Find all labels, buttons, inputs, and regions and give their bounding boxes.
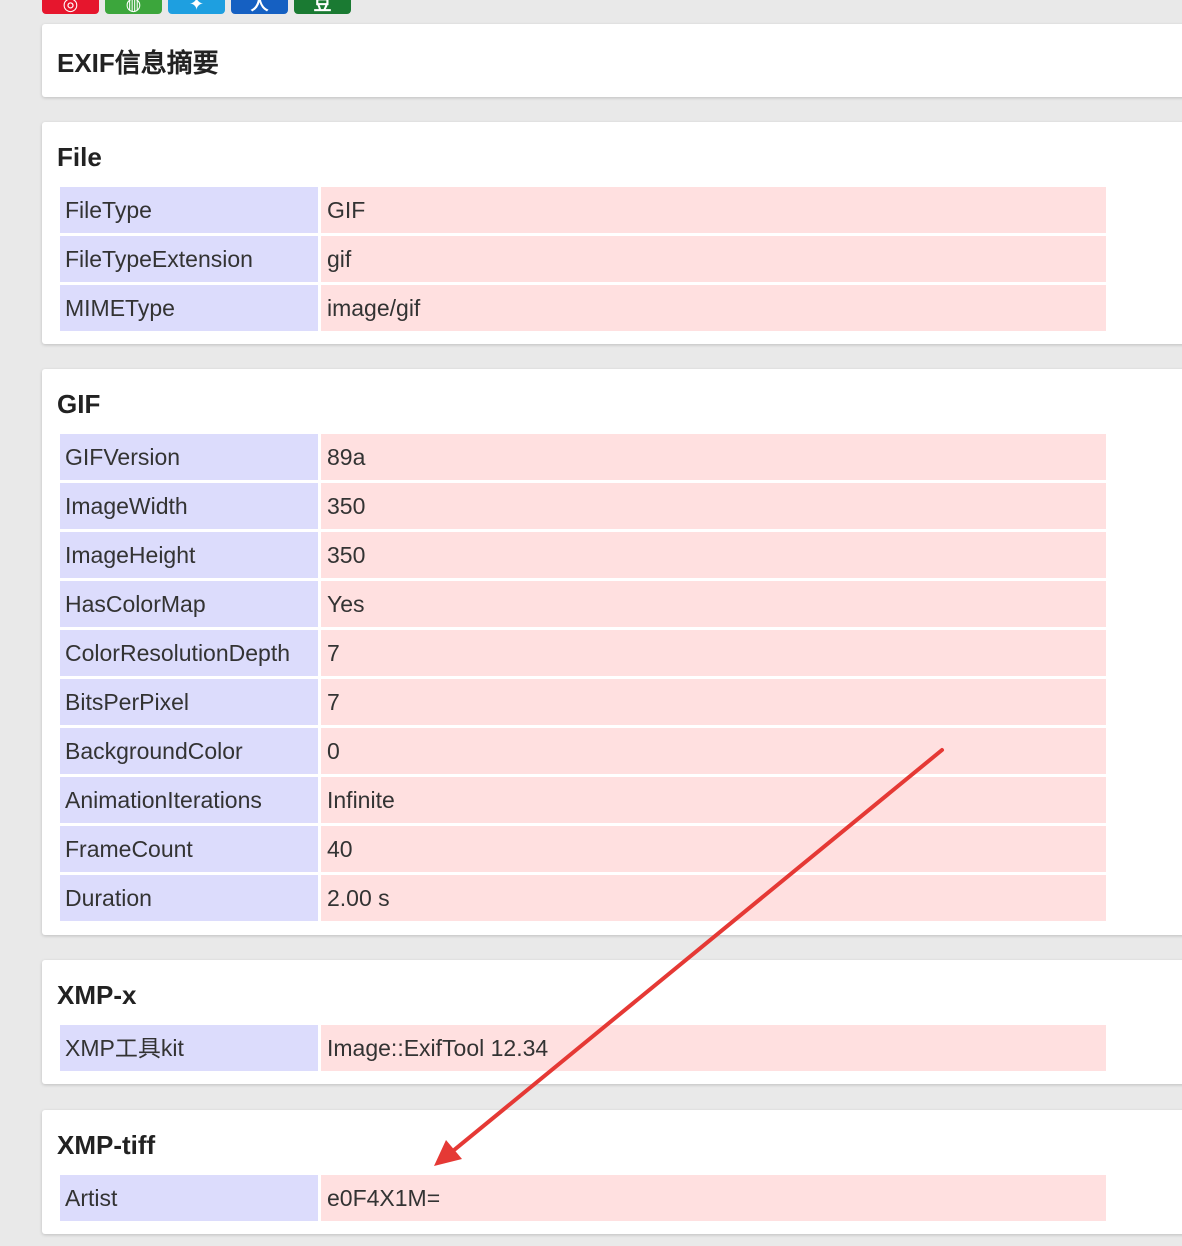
table-row: FileType GIF bbox=[60, 187, 1106, 233]
table-row: FrameCount 40 bbox=[60, 826, 1106, 872]
section-file: File FileType GIF FileTypeExtension gif MI… bbox=[42, 122, 1182, 344]
metadata-table: FileType GIF FileTypeExtension gif MIMETyp… bbox=[60, 187, 1106, 334]
row-value: 7 bbox=[321, 630, 1106, 676]
row-value: Yes bbox=[321, 581, 1106, 627]
table-row: FileTypeExtension gif bbox=[60, 236, 1106, 282]
table-row: Artist e0F4X1M= bbox=[60, 1175, 1106, 1221]
table-row: HasColorMap Yes bbox=[60, 581, 1106, 627]
row-key: GIFVersion bbox=[60, 434, 318, 480]
table-row: ImageWidth 350 bbox=[60, 483, 1106, 529]
table-row: Duration 2.00 s bbox=[60, 875, 1106, 921]
row-key: BackgroundColor bbox=[60, 728, 318, 774]
douban-share-icon[interactable]: 豆 bbox=[294, 0, 351, 14]
renren-share-icon[interactable]: 人 bbox=[231, 0, 288, 14]
row-value: Image::ExifTool 12.34 bbox=[321, 1025, 1106, 1071]
row-value: 2.00 s bbox=[321, 875, 1106, 921]
row-value: 7 bbox=[321, 679, 1106, 725]
weibo-share-icon[interactable]: ◎ bbox=[42, 0, 99, 14]
row-key: XMP工具kit bbox=[60, 1025, 318, 1071]
section-title: XMP-x bbox=[57, 980, 137, 1010]
section-xmp-tiff: XMP-tiff Artist e0F4X1M= bbox=[42, 1110, 1182, 1234]
table-row: AnimationIterations Infinite bbox=[60, 777, 1106, 823]
table-row: BitsPerPixel 7 bbox=[60, 679, 1106, 725]
qzone-share-icon[interactable]: ✦ bbox=[168, 0, 225, 14]
row-key: AnimationIterations bbox=[60, 777, 318, 823]
row-value: 89a bbox=[321, 434, 1106, 480]
metadata-table: XMP工具kit Image::ExifTool 12.34 bbox=[60, 1025, 1106, 1074]
wechat-share-icon[interactable]: ◍ bbox=[105, 0, 162, 14]
table-row: BackgroundColor 0 bbox=[60, 728, 1106, 774]
row-key: FileTypeExtension bbox=[60, 236, 318, 282]
row-key: BitsPerPixel bbox=[60, 679, 318, 725]
section-title: XMP-tiff bbox=[57, 1130, 156, 1160]
share-toolbar: ◎ ◍ ✦ 人 豆 bbox=[42, 0, 351, 14]
section-title: File bbox=[57, 142, 102, 172]
row-key: FileType bbox=[60, 187, 318, 233]
summary-card: EXIF信息摘要 bbox=[42, 24, 1182, 97]
row-key: MIMEType bbox=[60, 285, 318, 331]
row-value: 350 bbox=[321, 483, 1106, 529]
row-key: Artist bbox=[60, 1175, 318, 1221]
row-value: 350 bbox=[321, 532, 1106, 578]
row-key: ColorResolutionDepth bbox=[60, 630, 318, 676]
row-value: Infinite bbox=[321, 777, 1106, 823]
row-key: FrameCount bbox=[60, 826, 318, 872]
metadata-table: GIFVersion 89a ImageWidth 350 ImageHeight 3… bbox=[60, 434, 1106, 924]
table-row: ImageHeight 350 bbox=[60, 532, 1106, 578]
row-value: GIF bbox=[321, 187, 1106, 233]
row-key: ImageHeight bbox=[60, 532, 318, 578]
row-key: HasColorMap bbox=[60, 581, 318, 627]
table-row: XMP工具kit Image::ExifTool 12.34 bbox=[60, 1025, 1106, 1071]
section-title: GIF bbox=[57, 389, 101, 419]
row-value: 40 bbox=[321, 826, 1106, 872]
row-key: ImageWidth bbox=[60, 483, 318, 529]
table-row: GIFVersion 89a bbox=[60, 434, 1106, 480]
row-value: e0F4X1M= bbox=[321, 1175, 1106, 1221]
row-value: 0 bbox=[321, 728, 1106, 774]
row-value: gif bbox=[321, 236, 1106, 282]
section-gif: GIF GIFVersion 89a ImageWidth 350 ImageHei… bbox=[42, 369, 1182, 935]
table-row: ColorResolutionDepth 7 bbox=[60, 630, 1106, 676]
table-row: MIMEType image/gif bbox=[60, 285, 1106, 331]
row-value: image/gif bbox=[321, 285, 1106, 331]
section-xmp-x: XMP-x XMP工具kit Image::ExifTool 12.34 bbox=[42, 960, 1182, 1084]
summary-title: EXIF信息摘要 bbox=[57, 48, 219, 78]
row-key: Duration bbox=[60, 875, 318, 921]
metadata-table: Artist e0F4X1M= bbox=[60, 1175, 1106, 1224]
